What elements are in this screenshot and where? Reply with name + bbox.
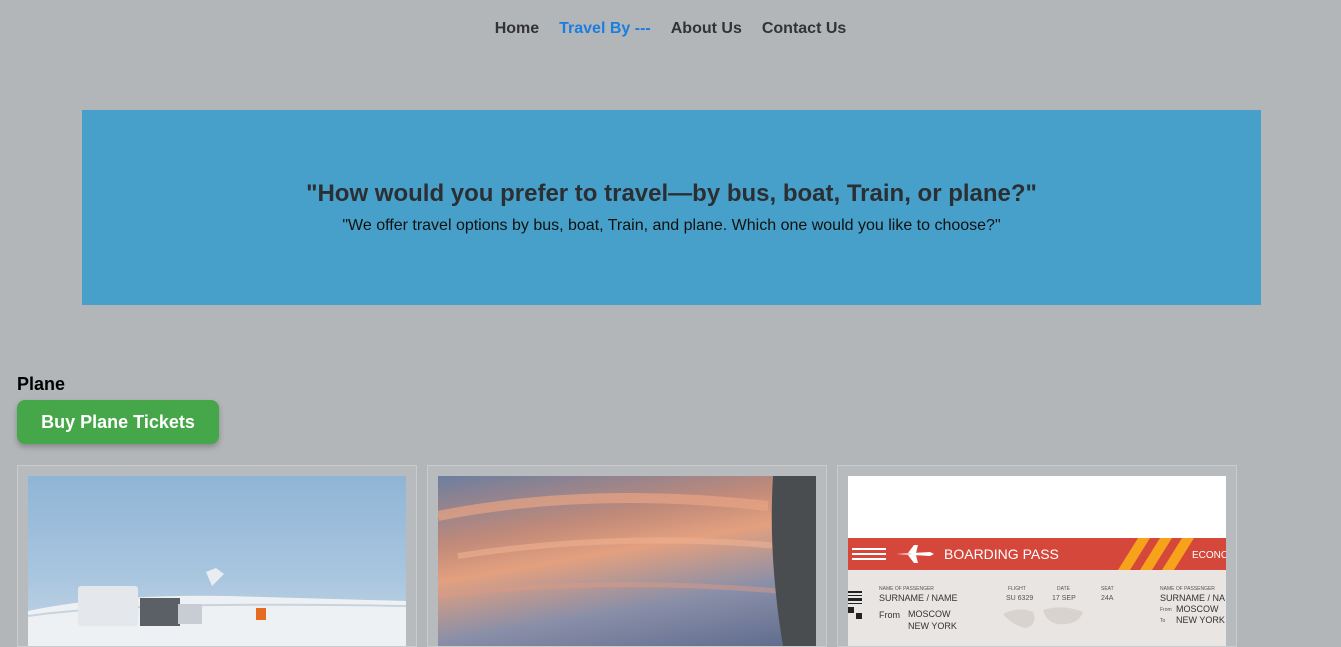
nav-contact-us[interactable]: Contact Us: [762, 20, 846, 38]
plane-tarmac-image: [28, 476, 406, 646]
passenger-name-stub: SURNAME / NA: [1160, 593, 1226, 603]
passenger-label-stub: NAME OF PASSENGER: [1160, 586, 1215, 592]
passenger-label: NAME OF PASSENGER: [879, 586, 934, 592]
to-value: NEW YORK: [908, 621, 957, 631]
seat-value: 24A: [1101, 595, 1114, 602]
date-value: 17 SEP: [1052, 595, 1076, 602]
world-map-icon: [1003, 607, 1083, 628]
hero-title: "How would you prefer to travel—by bus, …: [306, 180, 1037, 207]
flight-value: SU 6329: [1006, 595, 1034, 602]
from-label: From: [879, 610, 900, 620]
from-value-stub: MOSCOW: [1176, 604, 1219, 614]
from-label-stub: From: [1160, 607, 1172, 613]
hero-banner: "How would you prefer to travel—by bus, …: [82, 110, 1261, 305]
nav-home[interactable]: Home: [495, 20, 539, 38]
top-nav: Home Travel By --- About Us Contact Us: [0, 20, 1341, 38]
hero-subtitle: "We offer travel options by bus, boat, T…: [342, 217, 1001, 234]
from-value: MOSCOW: [908, 609, 951, 619]
plane-window-sunset-image: [438, 476, 816, 646]
to-label-stub: To: [1160, 618, 1166, 624]
boarding-pass-header: BOARDING PASS: [944, 546, 1059, 562]
boarding-pass-image: BOARDING PASS ECONO NAME OF PASSENGER SU…: [848, 476, 1226, 646]
image-card-boarding-pass[interactable]: BOARDING PASS ECONO NAME OF PASSENGER SU…: [837, 465, 1237, 647]
seat-label: SEAT: [1101, 586, 1114, 592]
image-card-plane-sunset[interactable]: [427, 465, 827, 647]
nav-travel-by[interactable]: Travel By ---: [559, 20, 651, 38]
buy-plane-tickets-button[interactable]: Buy Plane Tickets: [17, 400, 219, 444]
section-title: Plane: [17, 374, 66, 394]
date-label: DATE: [1057, 586, 1070, 592]
flight-label: FLIGHT: [1008, 586, 1026, 592]
boarding-pass-class: ECONO: [1192, 550, 1226, 561]
to-value-stub: NEW YORK: [1176, 615, 1225, 625]
image-card-plane-tarmac[interactable]: [17, 465, 417, 647]
passenger-name: SURNAME / NAME: [879, 593, 958, 603]
nav-about-us[interactable]: About Us: [671, 20, 742, 38]
barcode-icon: [848, 591, 862, 619]
